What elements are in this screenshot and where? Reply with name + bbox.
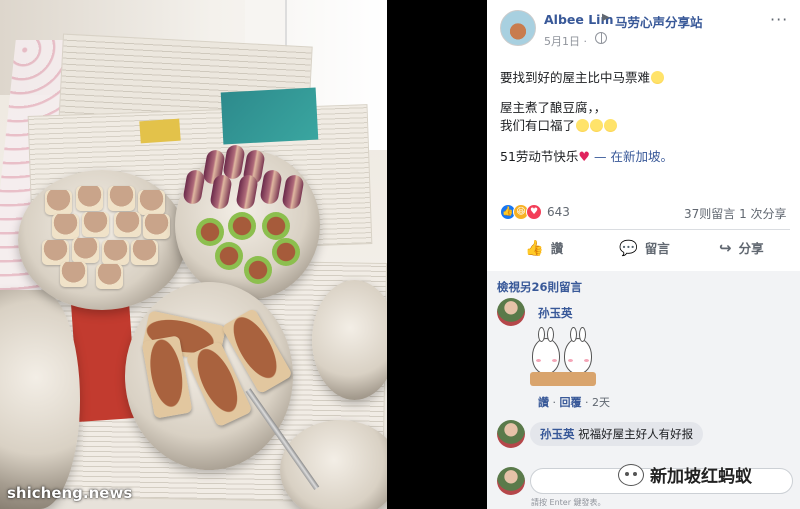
divider (500, 229, 790, 230)
comment-label: 留言 (644, 241, 670, 256)
like-label: 讚 (550, 241, 564, 256)
laugh-emoji-icon (590, 119, 604, 132)
photo-tofu (76, 186, 103, 211)
bunny-icon (532, 327, 560, 374)
photo-bitter-gourd (215, 242, 243, 270)
photo-plate (312, 280, 387, 400)
bunny-icon (564, 327, 592, 374)
share-label: 分享 (738, 241, 764, 256)
post-text-line-3: 我们有口福了 (500, 115, 618, 134)
photo-tofu (108, 186, 135, 211)
reactions-summary[interactable]: 👍 😆 ♥ 643 (500, 204, 570, 220)
photo-newspaper-ad (139, 118, 181, 144)
screenshot: shicheng.news Albee Lim ▶ 马劳心声分享站 5月1日 ·… (0, 0, 800, 509)
photo-tofu (143, 214, 170, 239)
grin-emoji-icon (651, 71, 665, 84)
post-text-line-2: 屋主煮了酿豆腐，， (500, 100, 607, 115)
photo-tofu (138, 190, 165, 215)
photo-bitter-gourd (262, 212, 290, 240)
location-link[interactable]: — 在新加坡。 (594, 149, 673, 164)
photo-tofu (102, 240, 129, 265)
photo-tofu (52, 214, 79, 239)
watermark: shicheng.news (7, 484, 133, 502)
comment-text: 祝福好屋主好人有好报 (578, 427, 694, 441)
post-photo[interactable]: shicheng.news (0, 0, 387, 509)
post-panel: Albee Lim ▶ 马劳心声分享站 5月1日 · ··· 要找到好的屋主比中… (487, 0, 800, 509)
commenter-avatar[interactable] (497, 298, 525, 326)
globe-icon (595, 32, 607, 44)
comment-meta: 讚 · 回覆 · 2天 (538, 396, 610, 409)
photo-tofu (45, 190, 72, 215)
photo-newspaper-ad (220, 87, 319, 145)
commenter-name[interactable]: 孙玉英 (538, 305, 573, 321)
comment-button[interactable]: 💬 留言 (619, 238, 670, 257)
laugh-emoji-icon (604, 119, 618, 132)
group-name[interactable]: 马劳心声分享站 (615, 12, 703, 31)
arrow-right-icon: ▶ (602, 12, 610, 23)
post-date[interactable]: 5月1日 · (544, 33, 587, 49)
bunny-sticker (530, 327, 598, 390)
commenter-name[interactable]: 孙玉英 (540, 427, 575, 441)
post-text-line-4: 51劳动节快乐♥ — 在新加坡。 (500, 146, 673, 165)
photo-tofu (131, 240, 158, 265)
post-text: 51劳动节快乐 (500, 149, 579, 164)
brand-watermark: 新加坡红蚂蚁 (618, 462, 752, 487)
post-text-line-1: 要找到好的屋主比中马票难 (500, 67, 665, 86)
post-text: 要找到好的屋主比中马票难 (500, 70, 651, 85)
comment-like-link[interactable]: 讚 (538, 396, 549, 409)
photo-tofu (96, 264, 123, 289)
like-button[interactable]: 👍 讚 (525, 238, 563, 257)
comment-bubble: 孙玉英 祝福好屋主好人有好报 (530, 422, 704, 446)
author-avatar[interactable] (500, 10, 536, 46)
love-reaction-icon: ♥ (526, 204, 542, 220)
comment-share-stats[interactable]: 37则留言 1 次分享 (684, 205, 787, 222)
photo-tofu (82, 212, 109, 237)
comment-time[interactable]: 2天 (592, 396, 610, 409)
post-text: 我们有口福了 (500, 118, 576, 133)
sticker-table (530, 372, 596, 386)
photo-letterbox (387, 0, 487, 509)
share-icon: ↪ (719, 238, 732, 257)
comment-icon: 💬 (619, 238, 638, 257)
photo-bitter-gourd (272, 238, 300, 266)
commenter-avatar[interactable] (497, 420, 525, 448)
brand-text: 新加坡红蚂蚁 (650, 467, 752, 487)
wechat-icon (618, 463, 644, 486)
photo-bitter-gourd (244, 256, 272, 284)
view-more-comments[interactable]: 檢視另26則留言 (497, 279, 582, 295)
photo-plate (0, 290, 80, 509)
photo-tofu (72, 238, 99, 263)
photo-bitter-gourd (228, 212, 256, 240)
heart-emoji-icon: ♥ (578, 150, 591, 165)
thumbs-up-icon: 👍 (525, 238, 544, 257)
more-options-icon[interactable]: ··· (770, 10, 788, 29)
laugh-emoji-icon (576, 119, 590, 132)
share-button[interactable]: ↪ 分享 (719, 238, 764, 257)
comment-hint: 請按 Enter 鍵發表。 (531, 498, 606, 507)
reaction-count: 643 (547, 205, 570, 219)
photo-tofu (114, 212, 141, 237)
comment-reply-link[interactable]: 回覆 (560, 396, 582, 409)
photo-tofu (60, 262, 87, 287)
current-user-avatar (497, 467, 525, 495)
photo-bitter-gourd (196, 218, 224, 246)
